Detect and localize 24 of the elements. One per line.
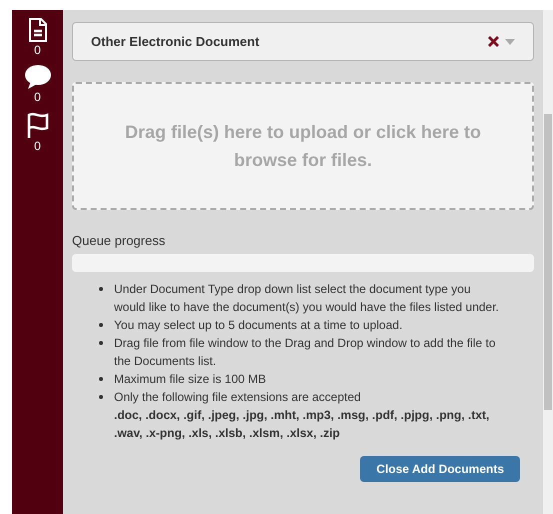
instruction-text: Maximum file size is 100 MB [114, 370, 266, 388]
close-add-documents-button[interactable]: Close Add Documents [360, 456, 520, 482]
bullet-icon [99, 322, 103, 326]
instruction-text: Under Document Type drop down list select the document type you would like to have the document(s) you would have the files listed under. [114, 280, 500, 316]
speech-bubble-icon [24, 65, 50, 89]
dropzone-text: Drag file(s) here to upload or click here to browse for files. [124, 121, 482, 172]
document-type-dropdown[interactable]: Other Electronic Document [72, 22, 534, 61]
queue-progress-label: Queue progress [72, 232, 166, 250]
count-label: 0 [34, 43, 41, 57]
count-label: 0 [34, 90, 41, 104]
caret-icon [505, 38, 515, 44]
document-icon [28, 18, 48, 42]
count-label: 0 [34, 139, 41, 153]
instruction-text: You may select up to 5 documents at a time to upload. [114, 316, 402, 334]
clear-icon[interactable] [488, 36, 499, 47]
instruction-text: Drag file from file window to the Drag and Drop window to add the file to the Documents list. [114, 334, 497, 370]
bullet-icon [99, 340, 103, 344]
bullet-icon [99, 286, 103, 290]
instruction-text: Only the following file extensions are accepted [114, 388, 362, 406]
flag-icon [26, 112, 48, 138]
bullet-icon [99, 376, 103, 380]
dropdown-value: Other Electronic Document [91, 32, 260, 51]
file-extensions-text: .doc, .docx, .gif, .jpeg, .jpg, .mht, .mp3, .msg, .pdf, .pjpg, .png, .txt, .wav, .x-png, .xls, .xlsb, .xlsm, .xlsx, .zip [114, 406, 490, 442]
bullet-icon [99, 394, 103, 398]
